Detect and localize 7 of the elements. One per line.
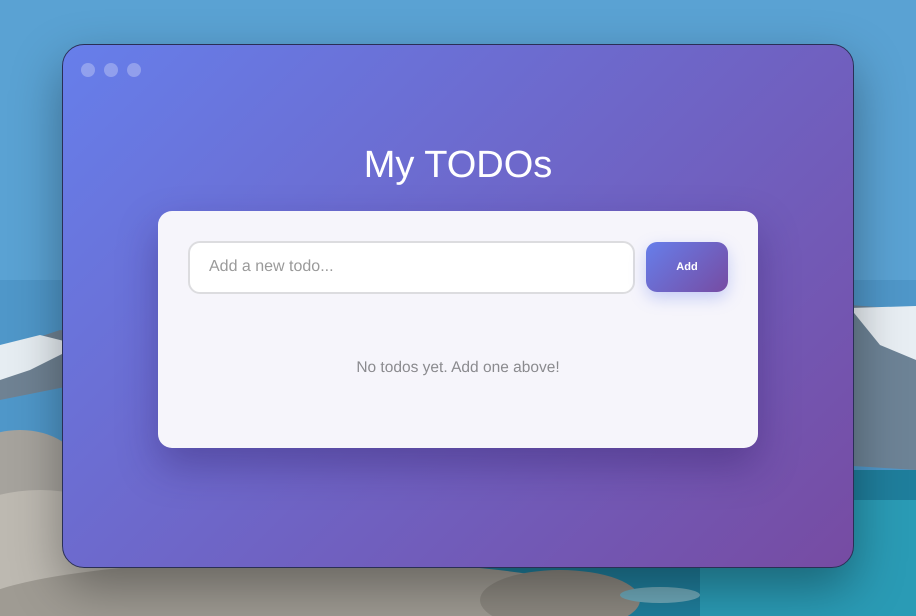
- app-title: My TODOs: [362, 143, 554, 188]
- empty-message: No todos yet. Add one above!: [355, 358, 561, 378]
- todo-input-field[interactable]: Add a new todo...: [188, 240, 635, 294]
- window-button[interactable]: [127, 63, 141, 77]
- window-button[interactable]: [104, 63, 118, 77]
- window-button[interactable]: [81, 63, 95, 77]
- add-button[interactable]: Add: [646, 242, 728, 292]
